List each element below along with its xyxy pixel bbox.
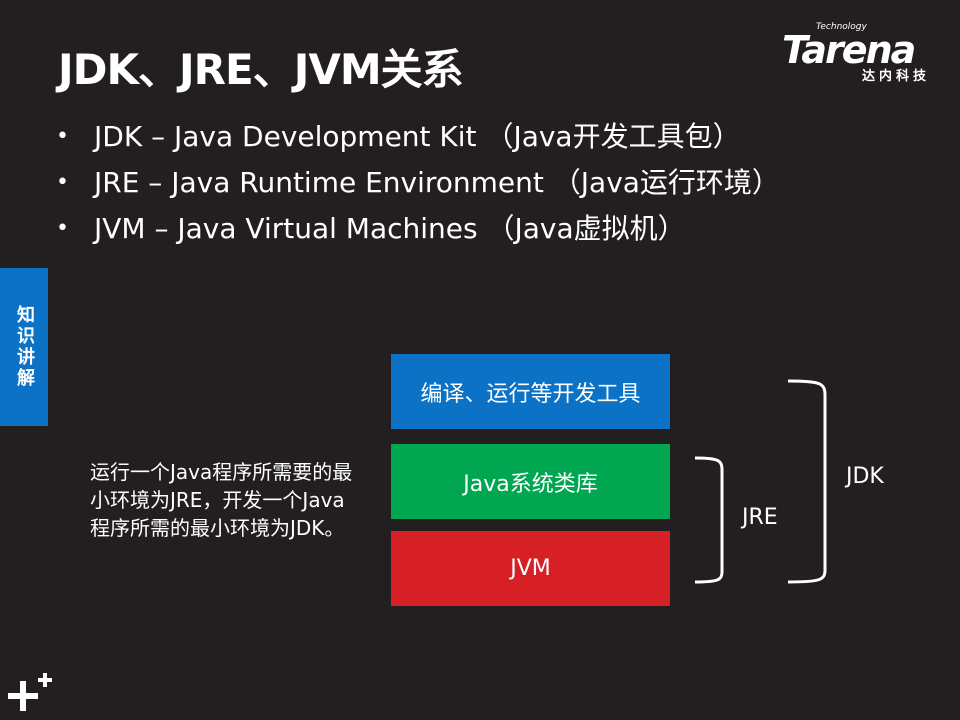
- jvm-box: JVM: [391, 531, 670, 606]
- plus-icon: [8, 673, 52, 711]
- section-tab: 知识讲解: [0, 268, 48, 426]
- explanation-text: 运行一个Java程序所需要的最小环境为JRE，开发一个Java程序所需的最小环境…: [90, 460, 353, 540]
- jdk-label: JDK: [846, 464, 884, 489]
- slide-title: JDK、JRE、JVM关系: [58, 45, 464, 94]
- bullet-jre: JRE – Java Runtime Environment （Java运行环境…: [56, 160, 780, 206]
- jre-label: JRE: [742, 505, 778, 530]
- jre-bracket: [694, 456, 724, 584]
- bullet-jvm: JVM – Java Virtual Machines （Java虚拟机）: [56, 206, 780, 252]
- jdk-bracket: [787, 379, 827, 584]
- bullet-jdk: JDK – Java Development Kit （Java开发工具包）: [56, 114, 780, 160]
- java-library-box: Java系统类库: [391, 444, 670, 519]
- dev-tools-box: 编译、运行等开发工具: [391, 354, 670, 429]
- tarena-logo: Technology Tarena 达内科技: [778, 22, 948, 84]
- section-tab-label: 知识讲解: [14, 305, 35, 389]
- definition-list: JDK – Java Development Kit （Java开发工具包） J…: [56, 114, 780, 252]
- logo-chinese-name: 达内科技: [862, 69, 931, 84]
